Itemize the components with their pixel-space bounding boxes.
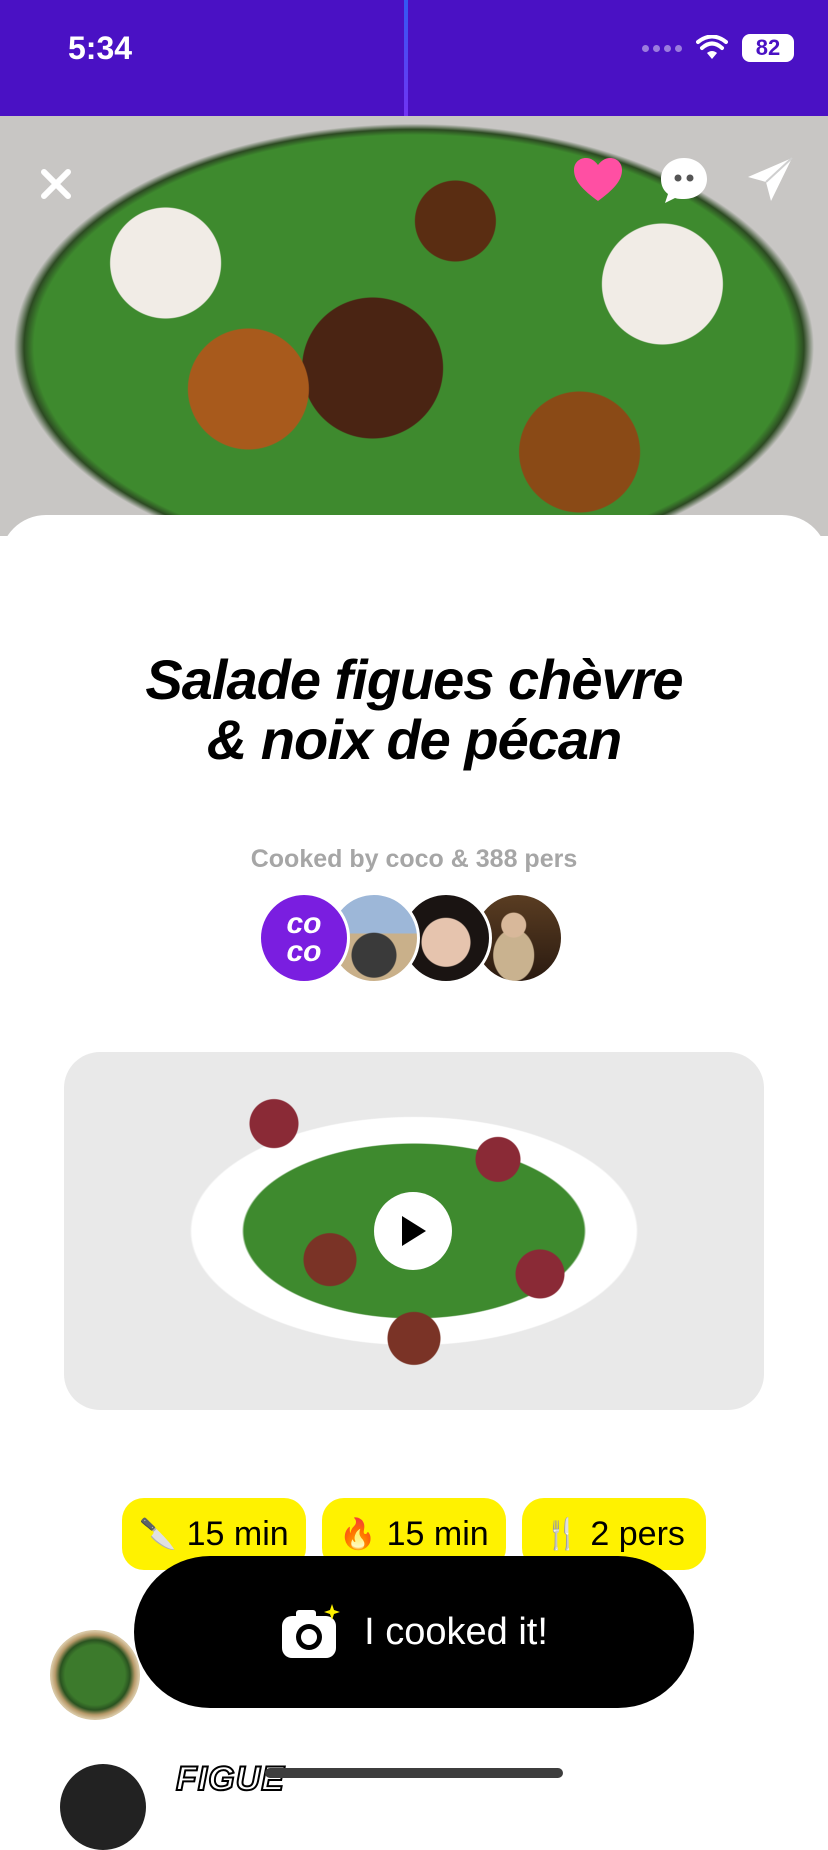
send-icon bbox=[748, 157, 793, 201]
ingredient-thumbnail[interactable] bbox=[50, 1630, 140, 1720]
chat-bubble-icon bbox=[661, 158, 707, 203]
recipe-title-line-1: Salade figues chèvre bbox=[145, 648, 683, 711]
ingredient-label: FIGUE bbox=[175, 1759, 285, 1799]
brand-avatar-bottom: co bbox=[286, 935, 322, 968]
recipe-video[interactable] bbox=[64, 1052, 764, 1410]
recipe-title-line-2: & noix de pécan bbox=[206, 708, 622, 771]
recipe-title: Salade figues chèvre & noix de pécan bbox=[40, 650, 788, 770]
play-icon bbox=[402, 1216, 426, 1246]
cooked-by-avatars[interactable]: co co bbox=[258, 892, 578, 988]
i-cooked-it-button[interactable]: I cooked it! bbox=[134, 1556, 694, 1708]
comments-button[interactable] bbox=[656, 152, 712, 208]
wifi-icon bbox=[696, 35, 728, 59]
avatar-brand[interactable]: co co bbox=[258, 892, 350, 984]
hero-actions-left bbox=[28, 156, 84, 212]
cellular-signal-icon bbox=[642, 44, 682, 52]
battery-indicator: 82 bbox=[742, 34, 794, 62]
close-icon bbox=[41, 169, 71, 199]
status-bar: 5:34 82 bbox=[0, 0, 828, 116]
camera-icon bbox=[282, 1604, 341, 1658]
ingredient-avatar[interactable] bbox=[60, 1764, 146, 1850]
share-button[interactable] bbox=[742, 152, 798, 208]
home-indicator[interactable] bbox=[265, 1768, 563, 1778]
heart-icon bbox=[574, 158, 622, 201]
cta-label: I cooked it! bbox=[364, 1610, 548, 1653]
status-stripe bbox=[404, 0, 408, 116]
play-button[interactable] bbox=[374, 1192, 452, 1270]
cooked-by-text: Cooked by coco & 388 pers bbox=[250, 845, 578, 873]
cook-time-label: 15 min bbox=[386, 1514, 489, 1553]
close-button[interactable] bbox=[28, 156, 84, 212]
status-indicators: 82 bbox=[642, 34, 794, 62]
servings-label: 2 pers bbox=[590, 1514, 685, 1553]
prep-time-label: 15 min bbox=[186, 1514, 289, 1553]
fork-knife-icon: 🍴 bbox=[543, 1517, 581, 1551]
knife-icon: 🔪 bbox=[139, 1517, 177, 1551]
like-button[interactable] bbox=[570, 152, 626, 208]
fire-icon: 🔥 bbox=[339, 1517, 377, 1551]
hero-actions-right bbox=[570, 152, 798, 208]
status-time: 5:34 bbox=[68, 30, 133, 66]
